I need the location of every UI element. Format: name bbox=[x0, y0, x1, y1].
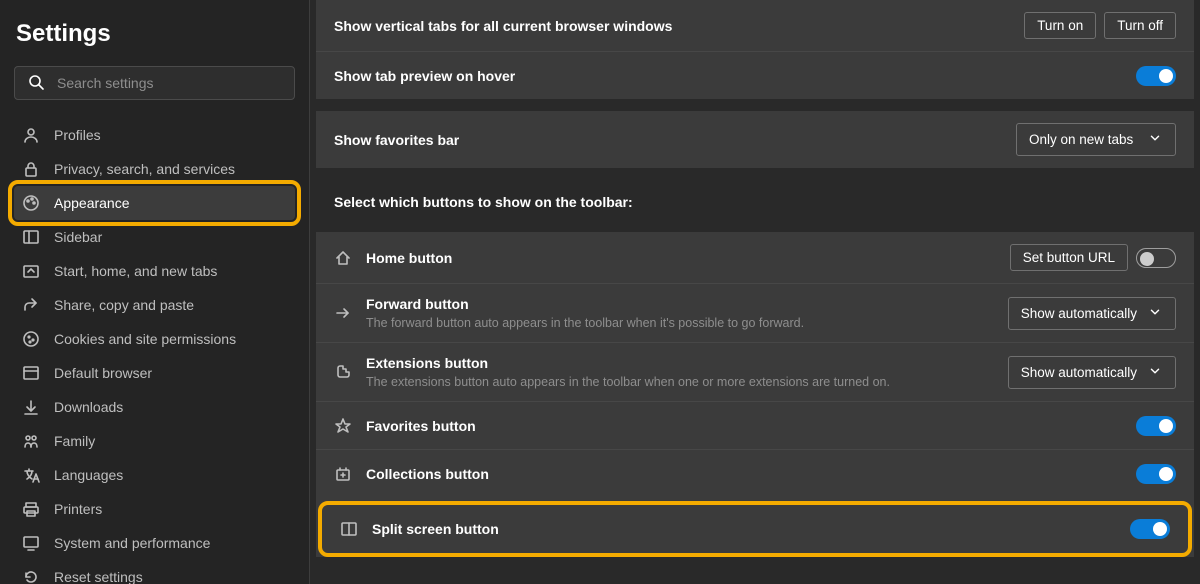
download-icon bbox=[22, 398, 40, 416]
printer-icon bbox=[22, 500, 40, 518]
sidebar-item-reset-settings[interactable]: Reset settings bbox=[14, 560, 295, 584]
sidebar-item-profiles[interactable]: Profiles bbox=[14, 118, 295, 152]
sidebar-item-cookies-and-site-permissions[interactable]: Cookies and site permissions bbox=[14, 322, 295, 356]
extensions-icon bbox=[334, 363, 352, 381]
toolbar-row-extensions-button: Extensions button The extensions button … bbox=[316, 342, 1194, 401]
forward-icon bbox=[334, 304, 352, 322]
star-icon bbox=[334, 417, 352, 435]
sidebar-item-default-browser[interactable]: Default browser bbox=[14, 356, 295, 390]
row-title: Home button bbox=[366, 250, 996, 266]
sidebar-item-label: Start, home, and new tabs bbox=[54, 263, 217, 279]
tab-preview-row: Show tab preview on hover bbox=[316, 51, 1194, 99]
sidebar-item-label: Sidebar bbox=[54, 229, 102, 245]
sidebar-item-printers[interactable]: Printers bbox=[14, 492, 295, 526]
toolbar-buttons-list: Home button Set button URL Forward butto… bbox=[316, 232, 1194, 557]
sidebar-item-label: Share, copy and paste bbox=[54, 297, 194, 313]
sidebar-item-share-copy-and-paste[interactable]: Share, copy and paste bbox=[14, 288, 295, 322]
sidebar-item-sidebar[interactable]: Sidebar bbox=[14, 220, 295, 254]
collections-icon bbox=[334, 465, 352, 483]
chevron-down-icon bbox=[1147, 363, 1163, 382]
tab-preview-label: Show tab preview on hover bbox=[334, 68, 1122, 84]
sidebar-item-label: Family bbox=[54, 433, 95, 449]
select-value: Show automatically bbox=[1021, 306, 1137, 321]
sidebar-item-appearance[interactable]: Appearance bbox=[14, 186, 295, 220]
highlight-box: Split screen button bbox=[318, 501, 1192, 557]
toolbar-row-home-button: Home button Set button URL bbox=[316, 232, 1194, 283]
row-title: Collections button bbox=[366, 466, 1122, 482]
favorites-bar-select[interactable]: Only on new tabs bbox=[1016, 123, 1176, 156]
sidebar-item-label: Profiles bbox=[54, 127, 101, 143]
sidebar-icon bbox=[22, 228, 40, 246]
chevron-down-icon bbox=[1147, 130, 1163, 149]
chevron-down-icon bbox=[1147, 304, 1163, 323]
favorites-bar-value: Only on new tabs bbox=[1029, 132, 1133, 147]
row-description: The extensions button auto appears in th… bbox=[366, 375, 994, 389]
share-icon bbox=[22, 296, 40, 314]
search-icon bbox=[27, 73, 45, 94]
search-input[interactable] bbox=[55, 74, 282, 92]
sidebar-item-downloads[interactable]: Downloads bbox=[14, 390, 295, 424]
sidebar-item-family[interactable]: Family bbox=[14, 424, 295, 458]
toolbar-row-collections-button: Collections button bbox=[316, 449, 1194, 497]
sidebar-item-label: Languages bbox=[54, 467, 123, 483]
search-settings[interactable] bbox=[14, 66, 295, 100]
turn-on-button[interactable]: Turn on bbox=[1024, 12, 1096, 39]
set-button-url[interactable]: Set button URL bbox=[1010, 244, 1128, 271]
vertical-tabs-label: Show vertical tabs for all current brows… bbox=[334, 18, 1010, 34]
sidebar-item-start-home-and-new-tabs[interactable]: Start, home, and new tabs bbox=[14, 254, 295, 288]
home-icon bbox=[334, 249, 352, 267]
sidebar-item-label: Downloads bbox=[54, 399, 123, 415]
sidebar-item-languages[interactable]: Languages bbox=[14, 458, 295, 492]
sidebar-item-label: Privacy, search, and services bbox=[54, 161, 235, 177]
settings-sidebar: Settings Profiles Privacy, search, and s… bbox=[0, 0, 310, 584]
tab-preview-toggle[interactable] bbox=[1136, 66, 1176, 86]
cookie-icon bbox=[22, 330, 40, 348]
extensions-button-select[interactable]: Show automatically bbox=[1008, 356, 1176, 389]
collections-button-toggle[interactable] bbox=[1136, 464, 1176, 484]
languages-icon bbox=[22, 466, 40, 484]
toolbar-row-split-screen-button: Split screen button bbox=[322, 505, 1188, 553]
row-title: Forward button bbox=[366, 296, 994, 312]
favorites-bar-label: Show favorites bar bbox=[334, 132, 1002, 148]
home-button-toggle[interactable] bbox=[1136, 248, 1176, 268]
toolbar-row-favorites-button: Favorites button bbox=[316, 401, 1194, 449]
favorites-button-toggle[interactable] bbox=[1136, 416, 1176, 436]
split-screen-icon bbox=[340, 520, 358, 538]
lock-icon bbox=[22, 160, 40, 178]
toolbar-section-header: Select which buttons to show on the tool… bbox=[316, 180, 1194, 220]
sidebar-item-label: Cookies and site permissions bbox=[54, 331, 236, 347]
favorites-bar-row: Show favorites bar Only on new tabs bbox=[316, 111, 1194, 168]
settings-title: Settings bbox=[16, 20, 295, 48]
browser-icon bbox=[22, 364, 40, 382]
row-title: Split screen button bbox=[372, 521, 1116, 537]
system-icon bbox=[22, 534, 40, 552]
split-screen-button-toggle[interactable] bbox=[1130, 519, 1170, 539]
sidebar-item-label: Printers bbox=[54, 501, 102, 517]
toolbar-row-forward-button: Forward button The forward button auto a… bbox=[316, 283, 1194, 342]
row-title: Extensions button bbox=[366, 355, 994, 371]
select-value: Show automatically bbox=[1021, 365, 1137, 380]
open-tab-icon bbox=[22, 262, 40, 280]
row-description: The forward button auto appears in the t… bbox=[366, 316, 994, 330]
row-title: Favorites button bbox=[366, 418, 1122, 434]
sidebar-item-label: Default browser bbox=[54, 365, 152, 381]
sidebar-item-label: System and performance bbox=[54, 535, 210, 551]
sidebar-item-label: Appearance bbox=[54, 195, 130, 211]
sidebar-item-system-and-performance[interactable]: System and performance bbox=[14, 526, 295, 560]
settings-main: Show vertical tabs for all current brows… bbox=[310, 0, 1200, 584]
reset-icon bbox=[22, 568, 40, 584]
family-icon bbox=[22, 432, 40, 450]
sidebar-item-label: Reset settings bbox=[54, 569, 143, 584]
settings-nav: Profiles Privacy, search, and services A… bbox=[14, 118, 295, 584]
turn-off-button[interactable]: Turn off bbox=[1104, 12, 1176, 39]
palette-icon bbox=[22, 194, 40, 212]
forward-button-select[interactable]: Show automatically bbox=[1008, 297, 1176, 330]
vertical-tabs-row: Show vertical tabs for all current brows… bbox=[316, 0, 1194, 51]
profile-icon bbox=[22, 126, 40, 144]
